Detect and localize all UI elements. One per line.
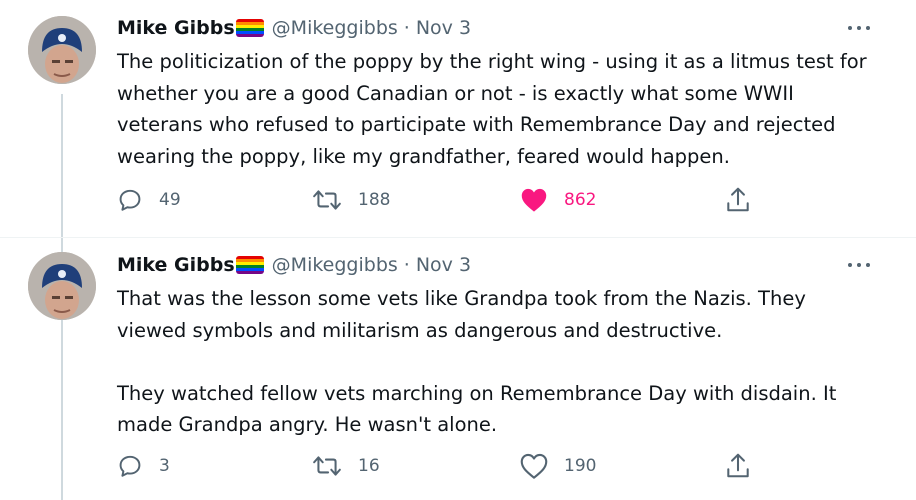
reply-icon [119,455,141,477]
tweet-date[interactable]: Nov 3 [416,17,471,39]
retweet-icon [313,190,341,210]
tweet-date[interactable]: Nov 3 [416,254,471,276]
reply-count: 49 [159,190,181,210]
tweet-actions: 3 16 190 [117,451,757,481]
tweet-text: The politicization of the poppy by the r… [117,50,867,168]
retweet-button[interactable]: 16 [312,451,380,481]
separator-dot: · [403,17,410,39]
tweet-actions: 49 188 862 [117,185,757,215]
avatar[interactable] [28,16,96,84]
author-name[interactable]: Mike Gibbs [117,254,235,276]
avatar[interactable] [28,252,96,320]
reply-button[interactable]: 49 [117,185,181,215]
reply-count: 3 [159,456,170,476]
rainbow-flag-icon [235,256,264,274]
author-name[interactable]: Mike Gibbs [117,17,235,39]
retweet-button[interactable]: 188 [312,185,390,215]
reply-icon [119,189,141,211]
share-button[interactable] [725,451,751,481]
share-icon [727,187,749,212]
retweet-count: 16 [358,456,380,476]
tweet-header: Mike Gibbs @Mikeggibbs · Nov 3 [117,252,471,278]
like-button[interactable]: 190 [520,451,596,481]
heart-icon [520,453,548,479]
share-icon [727,453,749,478]
like-count: 190 [564,456,597,476]
heart-icon [521,188,547,212]
retweet-icon [313,456,341,476]
author-handle[interactable]: @Mikeggibbs [272,254,398,276]
more-options-icon[interactable] [848,255,870,275]
author-handle[interactable]: @Mikeggibbs [272,17,398,39]
like-button[interactable]: 862 [520,185,596,215]
reply-button[interactable]: 3 [117,451,170,481]
retweet-count: 188 [358,190,391,210]
more-options-icon[interactable] [848,18,870,38]
tweet-text: That was the lesson some vets like Grand… [117,287,837,436]
rainbow-flag-icon [235,19,264,37]
separator-dot: · [403,254,410,276]
tweet-divider [0,237,916,238]
like-count: 862 [564,190,597,210]
tweet-header: Mike Gibbs @Mikeggibbs · Nov 3 [117,15,471,41]
share-button[interactable] [725,185,751,215]
